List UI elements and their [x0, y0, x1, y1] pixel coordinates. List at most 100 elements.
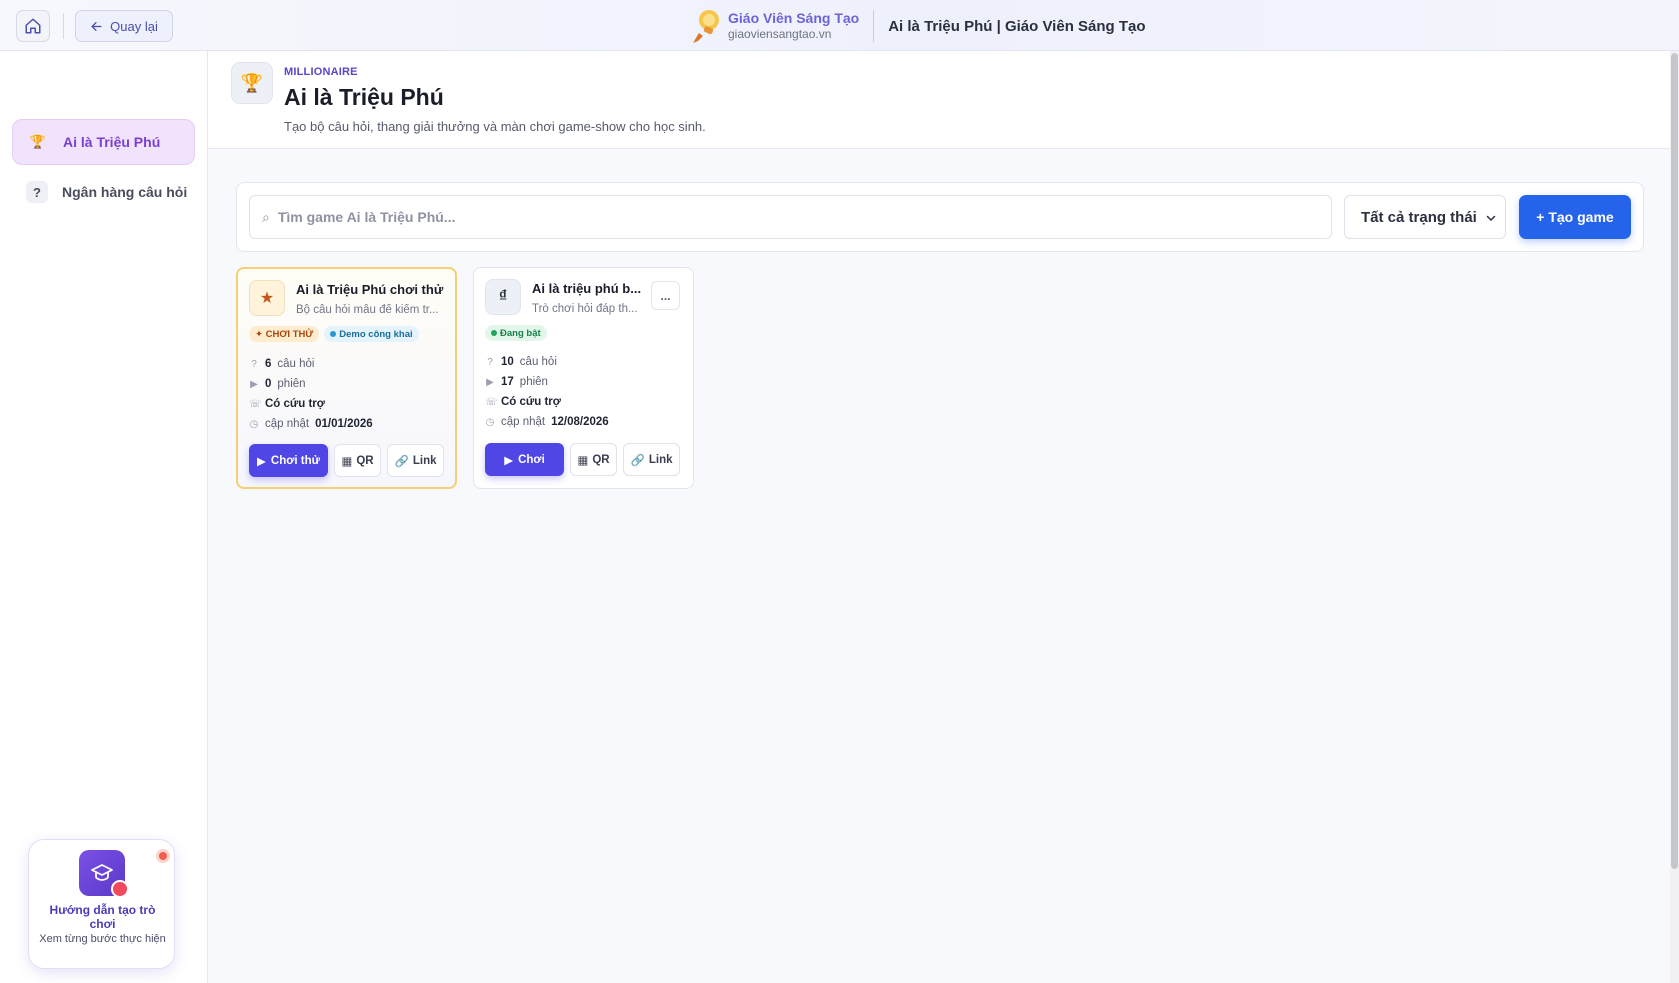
game-card[interactable]: ★ Ai là Triệu Phú chơi thử Bộ câu hỏi mẫ… [236, 267, 457, 489]
sidebar-item-millionaire[interactable]: 🏆 Ai là Triệu Phú [12, 119, 195, 165]
link-icon: 🔗 [630, 454, 645, 467]
back-label: Quay lại [110, 18, 158, 34]
updated-date-value: 12/08/2026 [551, 416, 609, 428]
game-card[interactable]: ₫ Ai là triệu phú b... Trò chơi hỏi đáp … [473, 267, 694, 489]
play-icon: ▶ [486, 376, 494, 388]
link-icon: 🔗 [394, 455, 409, 468]
question-icon: ? [26, 181, 48, 203]
public-demo-badge: Demo công khai [324, 326, 419, 342]
status-dot [491, 330, 497, 336]
game-description: Trò chơi hỏi đáp th... [532, 303, 638, 315]
lifeline-status: ☏ Có cứu trợ [485, 392, 609, 412]
scrollbar-thumb[interactable] [1671, 53, 1678, 869]
question-icon: ? [251, 358, 257, 370]
page-header: 🏆 MILLIONAIRE Ai là Triệu Phú Tạo bộ câu… [208, 51, 1670, 149]
phone-icon: ☏ [249, 398, 262, 410]
top-bar: Quay lại Giáo Viên Sáng Tạo giaoviensang… [0, 0, 1679, 51]
guide-card[interactable]: Hướng dẫn tạo trò chơi Xem từng bước thự… [28, 839, 175, 969]
divider [63, 13, 64, 39]
phone-icon: ☏ [485, 396, 498, 408]
search-input[interactable]: ⌕ Tìm game Ai là Triệu Phú... [249, 195, 1332, 239]
play-badge-icon [111, 880, 129, 898]
question-icon: ? [487, 356, 493, 368]
question-count-label: câu hỏi [519, 356, 557, 368]
home-icon [25, 18, 41, 34]
link-button[interactable]: 🔗 Link [623, 443, 680, 476]
more-options-button[interactable]: ... [651, 281, 680, 310]
guide-subtitle: Xem từng bước thực hiện [39, 933, 166, 945]
brand-url: giaoviensangtao.vn [728, 27, 832, 41]
clock-icon: ◷ [485, 416, 495, 428]
page-title: Ai là Triệu Phú [284, 84, 444, 110]
status-filter-value: Tất cả trạng thái [1361, 208, 1477, 226]
game-description: Bộ câu hỏi mẫu để kiểm tr... [296, 304, 439, 316]
session-count-value: 0 [265, 378, 272, 390]
search-placeholder: Tìm game Ai là Triệu Phú... [277, 209, 456, 225]
session-count-value: 17 [501, 376, 514, 388]
brand-divider [873, 10, 875, 42]
create-game-label: + Tạo game [1536, 209, 1614, 225]
session-count: ▶ 17 phiên [485, 372, 609, 392]
session-count-label: phiên [519, 376, 548, 388]
back-button[interactable]: Quay lại [75, 10, 173, 42]
play-icon: ▶ [504, 454, 514, 467]
trophy-icon: 🏆 [231, 62, 273, 104]
notification-dot [156, 849, 170, 863]
play-icon: ▶ [257, 455, 266, 468]
qr-icon: ▦ [341, 455, 353, 468]
link-button[interactable]: 🔗 Link [387, 444, 444, 477]
play-trial-button[interactable]: ▶ Chơi thử [249, 444, 328, 477]
lightbulb-icon [693, 10, 719, 43]
lifeline-status: ☏ Có cứu trợ [249, 394, 373, 414]
chevron-down-icon [1486, 215, 1496, 222]
updated-label: cập nhật [265, 418, 310, 430]
search-icon: ⌕ [262, 208, 270, 225]
updated-date: ◷ cập nhật 01/01/2026 [249, 414, 373, 434]
page-description: Tạo bộ câu hỏi, thang giải thưởng và màn… [284, 119, 706, 134]
create-game-button[interactable]: + Tạo game [1519, 195, 1631, 239]
link-label: Link [648, 453, 673, 466]
dong-icon: ₫ [485, 279, 521, 315]
qr-label: QR [356, 454, 374, 467]
brand-name: Giáo Viên Sáng Tạo [728, 10, 860, 26]
star-icon: ★ [249, 280, 285, 316]
home-button[interactable] [16, 10, 50, 42]
brand[interactable]: Giáo Viên Sáng Tạo giaoviensangtao.vn Ai… [690, 8, 1146, 44]
updated-label: cập nhật [501, 416, 546, 428]
clock-icon: ◷ [249, 418, 259, 430]
link-label: Link [412, 454, 437, 467]
lifeline-label: Có cứu trợ [265, 398, 325, 410]
qr-button[interactable]: ▦ QR [570, 443, 617, 476]
ellipsis-icon: ... [660, 288, 671, 303]
window-title: Ai là Triệu Phú | Giáo Viên Sáng Tạo [888, 17, 1146, 35]
session-count: ▶ 0 phiên [249, 374, 373, 394]
question-count: ? 10 câu hỏi [485, 352, 609, 372]
trophy-icon: 🏆 [29, 134, 47, 149]
game-title: Ai là Triệu Phú chơi thử [296, 282, 444, 297]
guide-title: Hướng dẫn tạo trò chơi [49, 903, 156, 931]
arrow-left-icon [91, 21, 102, 31]
badge-label: Đang bật [500, 327, 541, 339]
qr-icon: ▦ [577, 454, 589, 467]
question-count-label: câu hỏi [277, 358, 315, 370]
play-label: Chơi [518, 453, 545, 466]
active-badge: Đang bật [485, 325, 547, 341]
status-dot [330, 331, 337, 337]
game-title: Ai là triệu phú b... [532, 281, 642, 296]
play-label: Chơi thử [270, 454, 320, 467]
sidebar-item-question-bank[interactable]: ? Ngân hàng câu hỏi [12, 169, 195, 215]
qr-button[interactable]: ▦ QR [334, 444, 381, 477]
page-eyebrow: MILLIONAIRE [284, 66, 358, 78]
qr-label: QR [592, 453, 610, 466]
lifeline-label: Có cứu trợ [501, 396, 561, 408]
updated-date-value: 01/01/2026 [315, 418, 373, 430]
sidebar-item-label: Ai là Triệu Phú [63, 134, 161, 150]
session-count-label: phiên [277, 378, 306, 390]
status-filter-select[interactable]: Tất cả trạng thái [1344, 195, 1506, 239]
question-count-value: 10 [501, 356, 514, 368]
trial-badge: ✦ CHƠI THỬ [249, 326, 320, 342]
filter-toolbar: ⌕ Tìm game Ai là Triệu Phú... Tất cả trạ… [236, 182, 1644, 252]
updated-date: ◷ cập nhật 12/08/2026 [485, 412, 609, 432]
play-icon: ▶ [250, 378, 258, 390]
play-button[interactable]: ▶ Chơi [485, 443, 564, 476]
